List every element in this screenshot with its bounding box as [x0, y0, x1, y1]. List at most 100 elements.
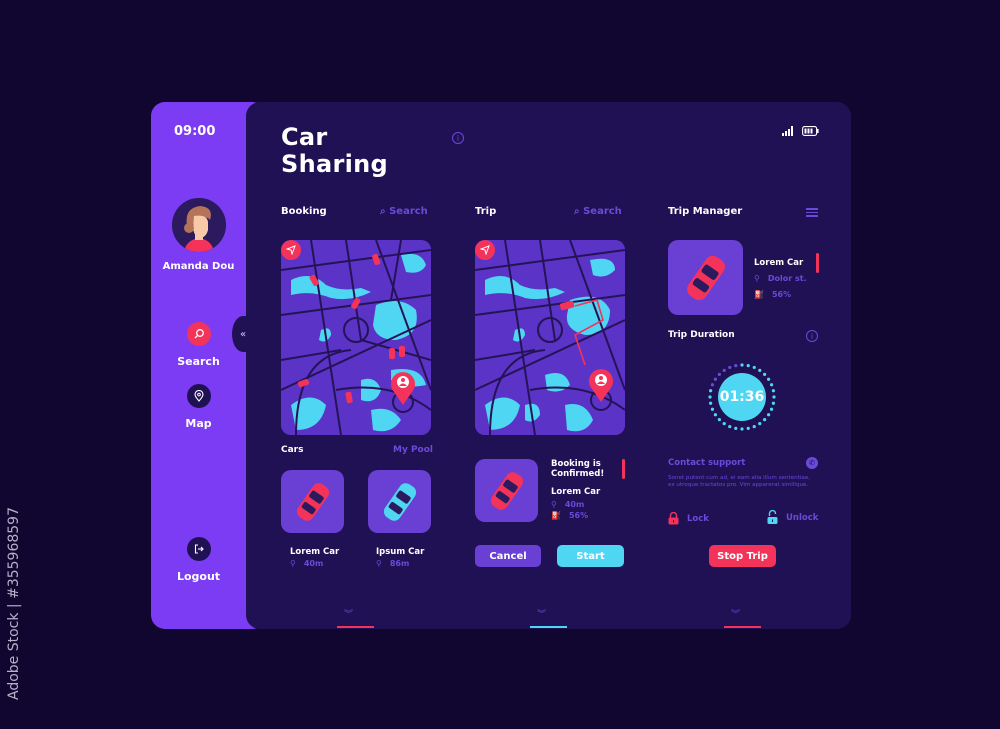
- status-indicator: [816, 253, 819, 273]
- page-title-line-2: Sharing: [281, 150, 388, 178]
- sidebar-item-label: Logout: [176, 570, 221, 583]
- map-pin-icon: [186, 384, 211, 408]
- battery-icon: [802, 126, 819, 136]
- trip-manager-heading: Trip Manager: [668, 206, 743, 217]
- unlock-button[interactable]: Unlock: [767, 510, 818, 525]
- location-pin-icon: ⚲: [376, 559, 382, 568]
- timer-dot: [728, 365, 732, 370]
- booking-confirmed-line-2: Confirmed!: [551, 469, 605, 479]
- search-icon: ⌕: [574, 206, 580, 217]
- search-icon: ⌕: [380, 206, 386, 217]
- cancel-button[interactable]: Cancel: [475, 545, 541, 567]
- navigation-arrow-icon[interactable]: [281, 240, 301, 260]
- red-car-icon: [296, 482, 329, 521]
- search-icon: [186, 322, 211, 346]
- car-card-lorem[interactable]: [281, 470, 344, 533]
- fuel-icon: ⛽: [551, 511, 561, 520]
- timer-dot: [734, 364, 738, 368]
- timer-dot: [709, 401, 713, 405]
- manager-car-location: ⚲ Dolor st.: [754, 274, 807, 283]
- trip-heading: Trip: [475, 206, 497, 217]
- scroll-down-chevron-icon[interactable]: ︾: [344, 607, 353, 620]
- trip-duration-heading: Trip Duration: [668, 330, 735, 340]
- lock-label: Lock: [687, 513, 709, 524]
- avatar[interactable]: [172, 198, 226, 252]
- trip-search-link[interactable]: ⌕ Search: [574, 206, 622, 217]
- booking-confirmed-line-1: Booking is: [551, 459, 601, 469]
- menu-icon[interactable]: [806, 208, 818, 217]
- timer-dot: [717, 418, 721, 422]
- status-indicator: [622, 459, 625, 479]
- timer-dot: [767, 377, 771, 381]
- timer-dot: [713, 377, 717, 381]
- status-icons: [782, 126, 819, 136]
- info-icon[interactable]: i: [806, 330, 818, 342]
- sidebar-item-label: Map: [185, 417, 212, 430]
- page-indicator-active: [530, 626, 567, 628]
- red-car-icon: [490, 471, 523, 510]
- timer-dot: [713, 413, 717, 417]
- cars-heading: Cars: [281, 445, 304, 455]
- unlock-icon: [767, 510, 778, 524]
- stop-trip-button[interactable]: Stop Trip: [709, 545, 776, 567]
- page-title-line-1: Car: [281, 123, 328, 151]
- start-button[interactable]: Start: [557, 545, 624, 567]
- trip-car-name: Lorem Car: [551, 487, 601, 497]
- sidebar-item-map[interactable]: Map: [151, 384, 246, 430]
- signal-icon: [782, 126, 793, 136]
- timer-dot: [728, 424, 732, 429]
- navigation-arrow-icon[interactable]: [475, 240, 495, 260]
- location-pin-icon: ⚲: [551, 500, 557, 509]
- scroll-down-chevron-icon[interactable]: ︾: [537, 607, 546, 620]
- stock-watermark-id: Adobe Stock | #355968597: [6, 507, 22, 700]
- location-pin-icon: ⚲: [754, 274, 760, 283]
- timer-dot: [710, 383, 715, 387]
- trip-duration-timer: 01:36: [707, 362, 777, 432]
- timer-dot: [769, 383, 774, 387]
- timer-dot: [734, 426, 738, 430]
- logout-icon: [186, 537, 211, 561]
- car-name: Lorem Car: [290, 547, 340, 557]
- sidebar-item-logout[interactable]: Logout: [151, 537, 246, 583]
- car-card-ipsum[interactable]: [368, 470, 431, 533]
- car-name: Ipsum Car: [376, 547, 425, 557]
- booking-search-label: Search: [389, 206, 428, 217]
- my-pool-link[interactable]: My Pool: [393, 445, 433, 455]
- sidebar-item-label: Search: [177, 355, 220, 368]
- timer-value: 01:36: [718, 373, 766, 421]
- timer-dot: [740, 427, 744, 431]
- timer-dot: [740, 363, 744, 367]
- timer-dot: [722, 422, 726, 426]
- lock-button[interactable]: Lock: [668, 512, 709, 525]
- location-pin-icon: ⚲: [290, 559, 296, 568]
- timer-dot: [771, 389, 775, 393]
- user-name: Amanda Dou: [162, 261, 235, 272]
- collapse-sidebar-button[interactable]: «: [232, 316, 254, 352]
- booking-confirmed-title: Booking is Confirmed!: [551, 459, 604, 479]
- manager-car-name: Lorem Car: [754, 258, 804, 268]
- scroll-down-chevron-icon[interactable]: ︾: [731, 607, 740, 620]
- cyan-car-icon: [383, 482, 416, 521]
- booking-search-link[interactable]: ⌕ Search: [380, 206, 428, 217]
- unlock-label: Unlock: [786, 512, 819, 523]
- trip-fuel-value: 56%: [568, 511, 589, 520]
- contact-support-link[interactable]: Contact support: [668, 458, 745, 468]
- timer-dot: [763, 372, 767, 376]
- tablet-frame: 09:00 Amanda Dou Search Map Logout Car S…: [151, 102, 851, 629]
- timer-dot: [752, 424, 756, 429]
- status-time: 09:00: [174, 124, 216, 139]
- fuel-icon: ⛽: [754, 290, 764, 299]
- avatar-portrait-icon: [172, 198, 226, 252]
- info-icon[interactable]: i: [452, 132, 464, 144]
- phone-icon[interactable]: ✆: [806, 457, 818, 469]
- manager-car-tile: [668, 240, 743, 315]
- timer-dot: [710, 407, 715, 411]
- manager-fuel-value: 56%: [771, 290, 792, 299]
- trip-map[interactable]: [475, 240, 625, 435]
- booking-map[interactable]: [281, 240, 431, 435]
- confirmed-car-tile: [475, 459, 538, 522]
- car-distance: ⚲ 40m: [290, 559, 323, 568]
- trip-distance-value: 40m: [564, 500, 585, 509]
- timer-dot: [758, 422, 762, 426]
- support-text: Sonet putent cum ad, ei eam alia illum s…: [668, 475, 811, 488]
